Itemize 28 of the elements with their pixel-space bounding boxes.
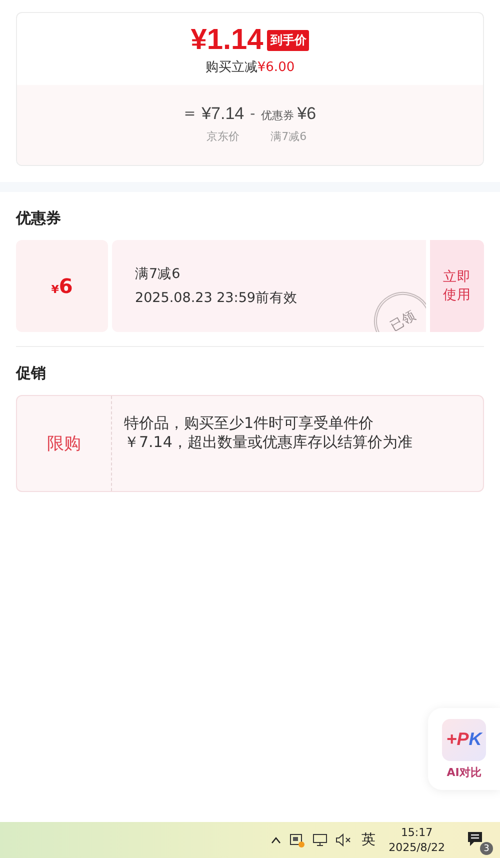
use-now-button[interactable]: 立即使用: [430, 240, 484, 332]
network-icon[interactable]: [288, 832, 305, 848]
clock[interactable]: 15:17 2025/8/22: [388, 825, 445, 855]
speaker-muted-icon[interactable]: [334, 833, 353, 847]
promotion-tag: 限购: [47, 432, 81, 455]
section-title: 优惠券: [16, 209, 62, 228]
ai-compare-button[interactable]: +PK AI对比: [428, 708, 500, 790]
formula-operator: -: [250, 105, 256, 124]
promotion-text: 特价品，购买至少1件时可享受单件价￥7.14，超出数量或优惠库存以结算价为准: [123, 413, 414, 453]
final-price: ¥1.14: [190, 23, 264, 57]
coupon-value: ¥6: [51, 274, 73, 298]
section-title: 促销: [16, 364, 47, 383]
chevron-up-icon[interactable]: [270, 835, 282, 845]
notification-count: 3: [480, 842, 493, 855]
coupon-amount: ¥6: [297, 103, 316, 125]
input-method-indicator[interactable]: 英: [362, 831, 376, 849]
formula-operator: =: [184, 105, 196, 124]
price-caption: 京东价: [206, 129, 240, 144]
monitor-icon[interactable]: [312, 832, 328, 848]
pk-logo-icon: +PK: [442, 718, 486, 760]
list-price: ¥7.14: [202, 103, 244, 125]
coupon-validity: 2025.08.23 23:59前有效: [135, 289, 298, 307]
notification-icon[interactable]: [466, 830, 484, 848]
saving-text: 购买立减¥6.00: [205, 59, 295, 76]
final-price-tag: 到手价: [267, 30, 310, 50]
coupon-condition: 满7减6: [135, 265, 182, 283]
coupon-label: 优惠券: [261, 108, 294, 123]
coupon-caption: 满7减6: [270, 129, 307, 144]
